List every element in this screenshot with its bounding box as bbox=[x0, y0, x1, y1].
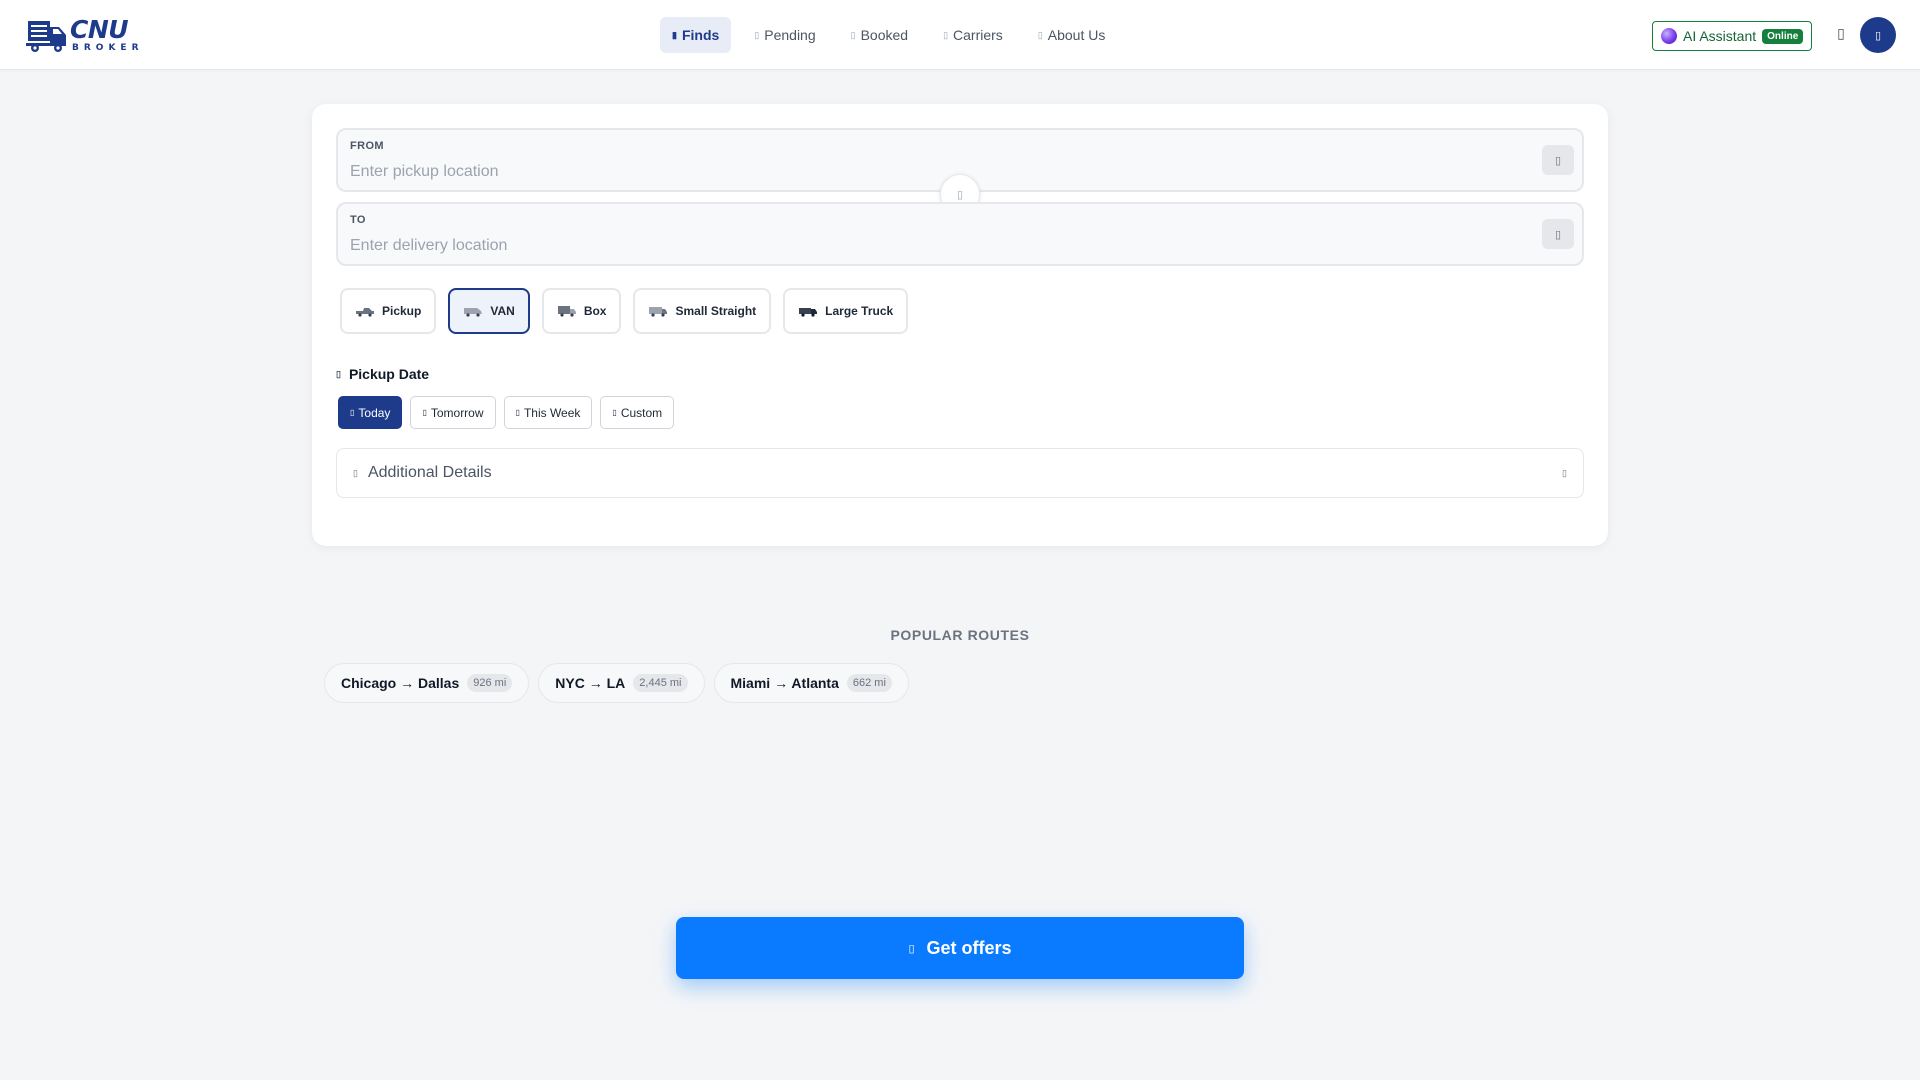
nav-pending[interactable]: ▯ Pending bbox=[742, 17, 827, 53]
to-label: TO bbox=[350, 214, 366, 226]
vehicle-small-straight[interactable]: Small Straight bbox=[633, 288, 772, 334]
logo-subtitle: BROKER bbox=[72, 43, 144, 53]
nav-pending-label: Pending bbox=[764, 27, 816, 43]
info-icon: ▯ bbox=[1037, 29, 1043, 40]
from-label: FROM bbox=[350, 140, 384, 152]
additional-details-label: Additional Details bbox=[367, 464, 492, 481]
ai-assistant-label: AI Assistant bbox=[1683, 28, 1757, 44]
route-name: Chicago → Dallas bbox=[341, 675, 460, 691]
popular-routes-title: POPULAR ROUTES bbox=[890, 627, 1030, 643]
swap-icon: ▯ bbox=[956, 188, 964, 201]
calendar-plus-icon: ▯ bbox=[422, 408, 427, 417]
vehicle-box[interactable]: Box bbox=[541, 288, 622, 334]
locate-pickup-icon[interactable]: ▯ bbox=[1542, 145, 1574, 175]
nav-carriers[interactable]: ▯ Carriers bbox=[931, 17, 1015, 53]
route-chip[interactable]: Miami → Atlanta 662 mi bbox=[713, 663, 909, 703]
additional-details-toggle[interactable]: ▯ Additional Details ▯ bbox=[336, 448, 1584, 498]
search-icon: ▮ bbox=[672, 29, 677, 40]
nav-carriers-label: Carriers bbox=[953, 27, 1003, 43]
truck-logo-icon bbox=[26, 21, 66, 52]
date-option-tomorrow-label: Tomorrow bbox=[430, 405, 484, 420]
truck-icon: ▯ bbox=[943, 29, 949, 40]
check-icon: ▯ bbox=[850, 29, 856, 40]
route-chip[interactable]: NYC → LA 2,445 mi bbox=[538, 663, 705, 703]
date-option-this-week-label: This Week bbox=[523, 405, 581, 420]
nav-finds[interactable]: ▮ Finds bbox=[660, 17, 732, 53]
ai-orb-icon bbox=[1661, 28, 1677, 44]
vehicle-small-straight-label: Small Straight bbox=[675, 304, 757, 318]
from-input[interactable] bbox=[350, 160, 1500, 184]
logo[interactable]: CNU BROKER bbox=[26, 16, 148, 54]
user-avatar[interactable]: ▯ bbox=[1860, 17, 1896, 53]
calendar-day-icon: ▯ bbox=[350, 408, 355, 417]
locate-delivery-icon[interactable]: ▯ bbox=[1542, 219, 1574, 249]
calendar-week-icon: ▯ bbox=[515, 408, 520, 417]
vehicle-box-label: Box bbox=[583, 304, 607, 318]
search-card: FROM ▯ ▯ TO ▯ Pickup VAN Box Small Strai… bbox=[312, 104, 1608, 546]
vehicle-pickup[interactable]: Pickup bbox=[340, 288, 437, 334]
box-truck-icon bbox=[557, 306, 576, 317]
nav-about-us[interactable]: ▯ About Us bbox=[1026, 17, 1118, 53]
vehicle-pickup-label: Pickup bbox=[382, 304, 422, 318]
pickup-date-title: Pickup Date bbox=[348, 366, 430, 382]
vehicle-large-truck[interactable]: Large Truck bbox=[783, 288, 909, 334]
pickup-date-options: ▯ Today ▯ Tomorrow ▯ This Week ▯ Custom bbox=[338, 396, 675, 429]
date-option-today-label: Today bbox=[358, 405, 391, 420]
van-icon bbox=[464, 308, 483, 317]
calendar-icon: ▯ bbox=[336, 368, 341, 379]
search-icon: ▯ bbox=[908, 942, 915, 955]
details-list-icon: ▯ bbox=[353, 467, 358, 478]
pickup-date-heading: ▯ Pickup Date bbox=[336, 366, 429, 382]
vehicle-type-selector: Pickup VAN Box Small Straight Large Truc… bbox=[340, 288, 909, 334]
route-distance: 2,445 mi bbox=[633, 674, 688, 692]
nav-booked-label: Booked bbox=[860, 27, 909, 43]
notification-bell-icon[interactable]: ▯ bbox=[1834, 24, 1848, 42]
logo-name: CNU bbox=[70, 15, 129, 44]
vehicle-van-label: VAN bbox=[490, 304, 515, 318]
chevron-down-icon: ▯ bbox=[1562, 467, 1567, 478]
nav-about-us-label: About Us bbox=[1047, 27, 1106, 43]
to-field[interactable]: TO ▯ bbox=[336, 202, 1584, 266]
user-icon: ▯ bbox=[1874, 29, 1882, 42]
large-truck-icon bbox=[799, 308, 818, 317]
pickup-truck-icon bbox=[356, 308, 374, 317]
date-option-this-week[interactable]: ▯ This Week bbox=[503, 396, 593, 429]
get-offers-label: Get offers bbox=[926, 937, 1012, 958]
top-header: CNU BROKER ▮ Finds ▯ Pending ▯ Booked ▯ … bbox=[0, 0, 1920, 70]
route-distance: 926 mi bbox=[467, 674, 513, 692]
route-name: NYC → LA bbox=[555, 675, 626, 691]
nav-finds-label: Finds bbox=[681, 27, 720, 43]
route-chip[interactable]: Chicago → Dallas 926 mi bbox=[324, 663, 530, 703]
date-option-custom[interactable]: ▯ Custom bbox=[600, 396, 675, 429]
clock-icon: ▯ bbox=[754, 29, 760, 40]
vehicle-large-truck-label: Large Truck bbox=[825, 304, 894, 318]
nav-booked[interactable]: ▯ Booked bbox=[839, 17, 920, 53]
date-option-custom-label: Custom bbox=[620, 405, 663, 420]
vehicle-van[interactable]: VAN bbox=[448, 288, 530, 334]
popular-routes-list: Chicago → Dallas 926 mi NYC → LA 2,445 m… bbox=[324, 663, 909, 703]
date-option-tomorrow[interactable]: ▯ Tomorrow bbox=[410, 396, 496, 429]
ai-assistant-button[interactable]: AI Assistant Online bbox=[1652, 21, 1813, 51]
calendar-edit-icon: ▯ bbox=[612, 408, 617, 417]
route-distance: 662 mi bbox=[846, 674, 892, 692]
route-name: Miami → Atlanta bbox=[730, 675, 839, 691]
small-straight-truck-icon bbox=[649, 307, 668, 317]
get-offers-button[interactable]: ▯ Get offers bbox=[676, 917, 1244, 979]
ai-status-badge: Online bbox=[1762, 28, 1804, 44]
date-option-today[interactable]: ▯ Today bbox=[338, 396, 403, 429]
main-nav: ▮ Finds ▯ Pending ▯ Booked ▯ Carriers ▯ … bbox=[660, 17, 1128, 53]
to-input[interactable] bbox=[350, 234, 1500, 258]
